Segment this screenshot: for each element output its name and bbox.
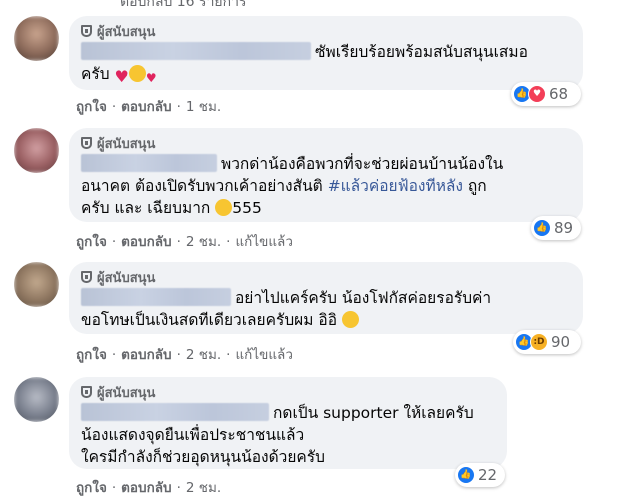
avatar[interactable] [14,262,59,307]
comment-actions: ถูกใจ · ตอบกลับ · 1 ชม. [76,99,222,115]
supporter-badge-icon [81,137,92,149]
timestamp[interactable]: 2 ชม. [186,480,221,496]
reaction-summary[interactable]: 👍 ♥ 68 [511,82,581,106]
comment-text: อย่าไปแคร์ครับ น้องโฟกัสค่อยรอรับค่า ขอโ… [81,288,492,329]
comment-actions: ถูกใจ · ตอบกลับ · 2 ชม. [76,480,222,496]
reply-button[interactable]: ตอบกลับ [121,347,171,363]
timestamp[interactable]: 2 ชม. [186,347,221,363]
reaction-summary[interactable]: 👍 89 [531,216,581,240]
comment-bubble: ผู้สนับสนุน ซัพเรียบร้อยพร้อมสนับสนุนเสม… [69,16,583,90]
view-more-replies[interactable]: ตอบกลับ 16 รายการ [120,0,247,13]
supporter-badge: ผู้สนับสนุน [81,22,571,40]
supporter-badge: ผู้สนับสนุน [81,134,571,152]
comment-text: ซัพเรียบร้อยพร้อมสนับสนุนเสมอ ครับ ♥ ♥ [81,42,528,86]
rolling-laughing-emoji-icon [215,199,233,216]
comment-actions: ถูกใจ · ตอบกลับ · 2 ชม. · แก้ไขแล้ว [76,347,293,363]
edited-label[interactable]: แก้ไขแล้ว [235,234,292,250]
redacted-name [81,154,217,172]
supporter-badge-icon [81,386,92,398]
comment-bubble: ผู้สนับสนุน อย่าไปแคร์ครับ น้องโฟกัสค่อย… [69,262,583,334]
redacted-name [81,42,311,60]
timestamp[interactable]: 1 ชม. [186,99,221,115]
like-button[interactable]: ถูกใจ [76,347,107,363]
love-icon: ♥ [528,85,546,103]
reply-button[interactable]: ตอบกลับ [121,480,171,496]
reply-button[interactable]: ตอบกลับ [121,234,171,250]
edited-label[interactable]: แก้ไขแล้ว [235,347,292,363]
comment-bubble: ผู้สนับสนุน กดเป็น supporter ให้เลยครับ … [69,377,507,469]
reaction-summary[interactable]: 👍 22 [455,463,505,487]
timestamp[interactable]: 2 ชม. [186,234,221,250]
supporter-badge: ผู้สนับสนุน [81,383,495,401]
comment-actions: ถูกใจ · ตอบกลับ · 2 ชม. · แก้ไขแล้ว [76,234,293,250]
supporter-badge: ผู้สนับสนุน [81,268,571,286]
smiling-hearts-emoji-icon [128,65,146,82]
like-button[interactable]: ถูกใจ [76,234,107,250]
like-icon: 👍 [533,219,551,237]
avatar[interactable] [14,16,59,61]
haha-icon: :D [530,333,548,351]
hearts-emoji-icon: ♥ [145,71,157,85]
hashtag-link[interactable]: #แล้วค่อยฟ้องทีหลัง [328,177,463,195]
comment-text: พวกด่าน้องคือพวกที่จะช่วยผ่อนบ้านน้องใน … [81,154,504,217]
reaction-summary[interactable]: 👍 :D 90 [513,330,581,354]
comment-bubble: ผู้สนับสนุน พวกด่าน้องคือพวกที่จะช่วยผ่อ… [69,128,583,222]
like-button[interactable]: ถูกใจ [76,99,107,115]
avatar[interactable] [14,377,59,422]
like-button[interactable]: ถูกใจ [76,480,107,496]
redacted-name [81,288,231,306]
heart-emoji-icon: ♥ [114,67,129,86]
grinning-emoji-icon [341,311,359,328]
supporter-badge-icon [81,271,92,283]
like-icon: 👍 [457,466,475,484]
comment-text: กดเป็น supporter ให้เลยครับ น้องแสดงจุดย… [81,403,474,466]
redacted-name [81,403,269,421]
avatar[interactable] [14,128,59,173]
supporter-badge-icon [81,25,92,37]
reply-button[interactable]: ตอบกลับ [121,99,171,115]
